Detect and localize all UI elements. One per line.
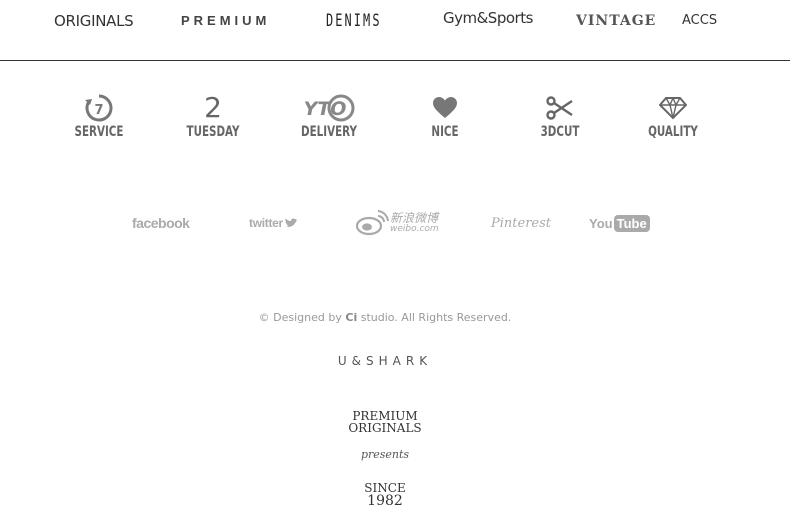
nav-denims[interactable]: DENIMS [326, 6, 382, 36]
youtube-tube-label: Tube [613, 214, 650, 232]
nav-originals[interactable]: ORIGINALS [54, 6, 134, 36]
weibo-link[interactable]: 新浪微博 weibo.com [355, 208, 439, 238]
weibo-url-label: weibo.com [390, 224, 439, 234]
number-two-icon: 2 [163, 92, 263, 124]
feature-quality: QUALITY [623, 92, 723, 140]
nav-premium[interactable]: PREMIUM [181, 6, 270, 36]
since-block: SINCE 1982 [0, 482, 770, 509]
since-year: 1982 [367, 493, 403, 509]
yto-express-logo-icon: YTO [279, 92, 379, 124]
copyright-prefix: © Designed by [258, 311, 346, 324]
weibo-logo-icon [355, 210, 389, 236]
brand-wordmark: U&SHARK [337, 354, 433, 368]
copyright-suffix: studio. All Rights Reserved. [357, 311, 512, 324]
feature-nice-label: NICE [431, 124, 459, 140]
feature-nice: NICE [395, 92, 495, 140]
scissors-icon [510, 92, 610, 124]
pinterest-link[interactable]: Pinterest [491, 208, 551, 238]
twitter-label: twitter [249, 216, 283, 230]
feature-quality-label: QUALITY [648, 124, 698, 140]
youtube-you-label: You [589, 215, 613, 231]
heart-icon [395, 92, 495, 124]
feature-delivery-label: DELIVERY [301, 124, 357, 140]
tagline-presents: presents [360, 448, 410, 461]
diamond-icon [623, 92, 723, 124]
feature-tuesday-icon-text: 2 [204, 91, 222, 124]
feature-3dcut: 3DCUT [510, 92, 610, 140]
twitter-bird-icon [284, 218, 297, 227]
pinterest-label: Pinterest [491, 215, 551, 231]
copyright-text: © Designed by Ci studio. All Rights Rese… [0, 311, 770, 324]
nav-divider [0, 60, 790, 61]
tagline-originals: ORIGINALS [348, 421, 422, 435]
facebook-link[interactable]: facebook [132, 208, 190, 238]
feature-service: 7 SERVICE [49, 92, 149, 140]
copyright-brand: Ci [345, 311, 358, 324]
feature-tuesday: 2 TUESDAY [163, 92, 263, 141]
nav-gym-sports[interactable]: Gym&Sports [443, 3, 533, 33]
feature-3dcut-label: 3DCUT [540, 124, 580, 140]
twitter-link[interactable]: twitter [249, 208, 298, 238]
feature-delivery-icon-text: YTO [304, 98, 347, 120]
feature-tuesday-label: TUESDAY [186, 124, 240, 140]
brand-tagline: PREMIUM ORIGINALS [0, 410, 770, 434]
facebook-label: facebook [132, 215, 190, 231]
nav-accs[interactable]: ACCS [682, 6, 717, 36]
feature-delivery: YTO DELIVERY [279, 92, 379, 140]
nav-vintage[interactable]: VINTAGE [576, 6, 656, 36]
feature-service-label: SERVICE [74, 124, 124, 140]
youtube-link[interactable]: You Tube [589, 208, 650, 238]
7-day-return-icon: 7 [49, 92, 149, 124]
feature-service-icon-text: 7 [94, 103, 103, 118]
